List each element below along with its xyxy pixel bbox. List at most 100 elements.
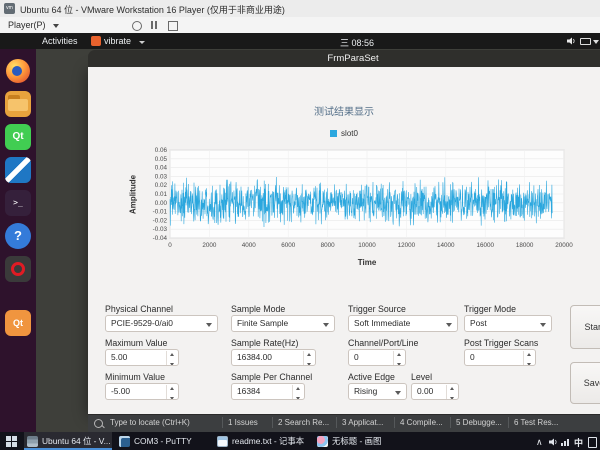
locator-field[interactable]: Type to locate (Ctrl+K) [110,418,190,427]
divider [450,417,451,428]
clock[interactable]: 三 08:56 [340,36,374,49]
svg-text:0.05: 0.05 [155,156,168,163]
spin-down-icon[interactable] [527,363,531,366]
save-button[interactable]: Save [570,362,600,404]
app-menu-icon[interactable] [91,36,101,46]
divider [394,417,395,428]
active-edge-label: Active Edge [348,372,395,382]
volume-icon[interactable] [548,437,558,447]
system-menu-chevron-icon[interactable] [593,40,599,44]
sample-mode-label: Sample Mode [231,304,285,314]
vm-power-icon[interactable] [132,21,142,31]
post-trigger-scans-spinbox[interactable]: 0 [464,349,536,366]
activities-button[interactable]: Activities [42,36,78,46]
maximum-value-spinbox[interactable]: 5.00 [105,349,179,366]
svg-text:6000: 6000 [281,242,296,249]
volume-icon[interactable] [566,36,576,46]
svg-text:20000: 20000 [555,242,573,249]
pane-search-results[interactable]: 2 Search Re... [278,418,329,427]
taskbar-item-notepad[interactable]: readme.txt - 记事本 [214,432,310,450]
ime-indicator[interactable]: 中 [574,436,583,449]
minimum-value-spinbox[interactable]: -5.00 [105,383,179,400]
y-axis-label: Amplitude [129,165,138,225]
chevron-down-icon [446,323,452,327]
sample-mode-combo[interactable]: Finite Sample [231,315,335,332]
spin-up-icon[interactable] [307,353,311,356]
chart-legend: slot0 [88,129,600,138]
sample-rate-spinbox[interactable]: 16384.00 [231,349,316,366]
spin-up-icon[interactable] [296,387,300,390]
player-menu[interactable]: Player(P) [8,20,46,30]
post-trigger-scans-label: Post Trigger Scans [464,338,538,348]
x-axis-label: Time [170,258,564,267]
vmware-logo-icon: vm [4,3,15,14]
trigger-source-combo[interactable]: Soft Immediate [348,315,458,332]
taskbar-item-vmware[interactable]: Ubuntu 64 位 - V... [24,432,112,450]
sample-per-channel-label: Sample Per Channel [231,372,312,382]
chart-title: 测试结果显示 [88,103,600,118]
notification-center-icon[interactable] [588,437,597,448]
vm-suspend-icon[interactable] [150,21,158,29]
physical-channel-label: Physical Channel [105,304,173,314]
spin-down-icon[interactable] [296,397,300,400]
divider [336,417,337,428]
spin-up-icon[interactable] [397,353,401,356]
taskbar-item-putty[interactable]: COM3 - PuTTY [116,432,198,450]
software-store-icon[interactable]: Qt [5,310,31,336]
battery-icon[interactable] [580,38,591,45]
taskbar-item-paint[interactable]: 无标题 - 画图 [314,432,396,450]
vm-fullscreen-icon[interactable] [168,21,178,31]
terminal-icon[interactable]: >_ [5,190,31,216]
spin-up-icon[interactable] [450,387,454,390]
trigger-source-label: Trigger Source [348,304,406,314]
firefox-icon[interactable] [5,58,31,84]
window-title: FrmParaSet [88,50,600,67]
physical-channel-combo[interactable]: PCIE-9529-0/ai0 [105,315,218,332]
pane-compile-output[interactable]: 4 Compile... [400,418,443,427]
svg-text:-0.03: -0.03 [153,226,168,233]
frmparaset-headerbar[interactable]: FrmParaSet [88,50,600,67]
vmware-titlebar: vm Ubuntu 64 位 - VMware Workstation 16 P… [0,0,600,18]
spin-down-icon[interactable] [397,363,401,366]
taskbar-item-label: 无标题 - 画图 [332,435,381,447]
chevron-down-icon[interactable] [53,24,59,28]
screen-recorder-icon[interactable] [5,256,31,282]
help-icon[interactable]: ? [5,223,31,249]
network-icon[interactable] [561,439,570,446]
spin-up-icon[interactable] [170,353,174,356]
sample-per-channel-spinbox[interactable]: 16384 [231,383,305,400]
trigger-mode-combo[interactable]: Post [464,315,552,332]
tray-chevron[interactable]: ∧ [536,437,543,448]
vscode-icon[interactable] [5,157,31,183]
spin-down-icon[interactable] [170,363,174,366]
channel-port-line-spinbox[interactable]: 0 [348,349,406,366]
pane-test-results[interactable]: 6 Test Res... [514,418,558,427]
spin-down-icon[interactable] [307,363,311,366]
active-edge-value: Rising [354,386,377,396]
start-button[interactable]: Start [570,305,600,349]
chevron-down-icon [323,323,329,327]
ubuntu-top-panel [0,33,600,49]
svg-text:10000: 10000 [358,242,376,249]
svg-text:0.06: 0.06 [155,147,168,154]
svg-text:2000: 2000 [202,242,217,249]
level-spinbox[interactable]: 0.00 [411,383,459,400]
start-button[interactable] [5,435,19,449]
files-icon[interactable] [5,91,31,117]
taskbar-item-label: Ubuntu 64 位 - V... [42,435,111,447]
active-edge-combo[interactable]: Rising [348,383,407,400]
level-value: 0.00 [417,386,433,396]
spin-up-icon[interactable] [170,387,174,390]
spin-down-icon[interactable] [170,397,174,400]
chevron-down-icon[interactable] [139,41,145,44]
app-menu[interactable]: vibrate [104,36,131,46]
pane-debugger[interactable]: 5 Debugge... [456,418,502,427]
spin-down-icon[interactable] [450,397,454,400]
spin-up-icon[interactable] [527,353,531,356]
pane-application-output[interactable]: 3 Applicat... [342,418,383,427]
divider [508,417,509,428]
svg-text:-0.04: -0.04 [153,235,168,242]
pane-issues[interactable]: 1 Issues [228,418,258,427]
qt-icon[interactable]: Qt [5,124,31,150]
svg-text:0.04: 0.04 [155,165,168,172]
